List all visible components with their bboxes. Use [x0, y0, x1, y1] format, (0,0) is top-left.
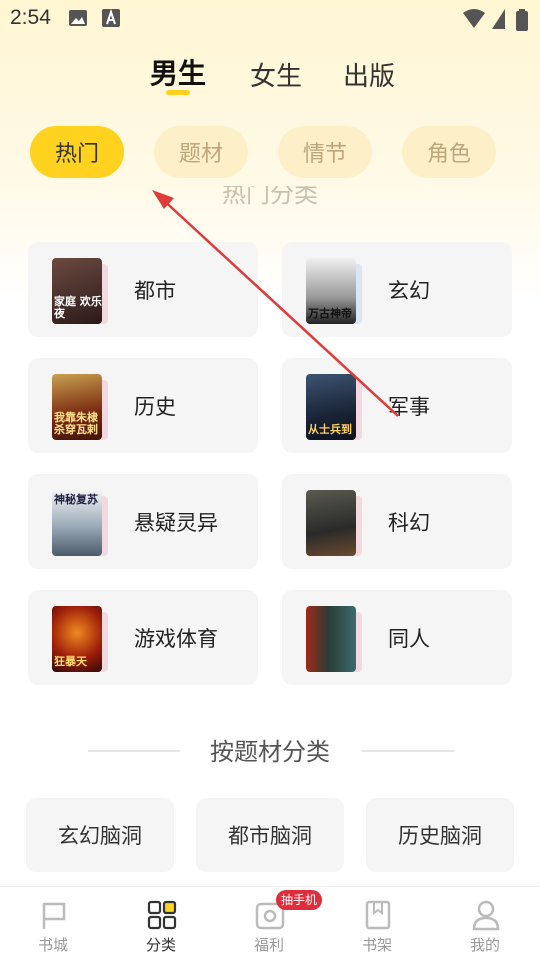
status-time: 2:54: [10, 6, 51, 29]
status-bar: 2:54: [0, 0, 540, 36]
category-card-military[interactable]: 从士兵到 军事: [282, 358, 512, 453]
nav-mine[interactable]: 我的: [435, 887, 535, 960]
tab-female[interactable]: 女生: [250, 56, 302, 93]
bottom-nav: 书城 分类 福利 书架 我的: [0, 886, 540, 960]
theme-chip-history-brainhole[interactable]: 历史脑洞: [366, 798, 514, 872]
active-tab-indicator: [166, 90, 190, 95]
category-card-history[interactable]: 我靠朱棣 杀穿瓦剌 历史: [28, 358, 258, 453]
book-cover: [306, 606, 356, 672]
flag-icon: [42, 902, 66, 929]
wifi-icon: [463, 9, 485, 28]
category-label: 都市: [134, 279, 176, 303]
chip-role[interactable]: 角色: [402, 126, 496, 178]
app-a-icon: [102, 9, 120, 27]
book-cover: 狂暴天: [52, 606, 102, 672]
category-card-game-sports[interactable]: 狂暴天 游戏体育: [28, 590, 258, 685]
theme-chip-urban-brainhole[interactable]: 都市脑洞: [196, 798, 344, 872]
category-card-mystery[interactable]: 神秘复苏 悬疑灵异: [28, 474, 258, 569]
tab-male[interactable]: 男生: [150, 52, 206, 92]
chip-theme[interactable]: 题材: [154, 126, 248, 178]
book-cover: 我靠朱棣 杀穿瓦剌: [52, 374, 102, 440]
tab-publish[interactable]: 出版: [343, 56, 395, 93]
book-cover: 万古神帝: [306, 258, 356, 324]
category-card-fantasy[interactable]: 万古神帝 玄幻: [282, 242, 512, 337]
chip-plot[interactable]: 情节: [278, 126, 372, 178]
nav-category[interactable]: 分类: [111, 887, 211, 960]
category-card-fanfic[interactable]: 同人: [282, 590, 512, 685]
book-cover: 从士兵到: [306, 374, 356, 440]
category-label: 同人: [388, 627, 430, 651]
category-card-urban[interactable]: 家庭 欢乐夜 都市: [28, 242, 258, 337]
image-icon: [69, 10, 87, 26]
book-icon: [365, 900, 391, 930]
signal-icon: [492, 9, 505, 29]
book-cover: 家庭 欢乐夜: [52, 258, 102, 324]
user-icon: [472, 900, 500, 931]
book-cover: 神秘复苏: [52, 490, 102, 556]
category-label: 历史: [134, 395, 176, 419]
chip-hot[interactable]: 热门: [30, 126, 124, 178]
category-label: 科幻: [388, 511, 430, 535]
gender-tabs: 男生 女生 出版: [0, 52, 540, 102]
theme-chip-fantasy-brainhole[interactable]: 玄幻脑洞: [26, 798, 174, 872]
nav-bookshelf[interactable]: 书架: [327, 887, 427, 960]
welfare-badge: 抽手机: [276, 890, 323, 910]
category-card-scifi[interactable]: 科幻: [282, 474, 512, 569]
category-label: 军事: [388, 395, 430, 419]
battery-icon: [516, 9, 528, 31]
section-title-hot: 热门分类: [222, 186, 318, 208]
grid-icon: [147, 900, 177, 930]
book-cover: [306, 490, 356, 556]
category-label: 玄幻: [388, 279, 430, 303]
nav-bookstore[interactable]: 书城: [3, 887, 103, 960]
section-title-theme: 按题材分类: [210, 738, 330, 766]
category-label: 游戏体育: [134, 627, 218, 651]
category-label: 悬疑灵异: [134, 511, 218, 535]
